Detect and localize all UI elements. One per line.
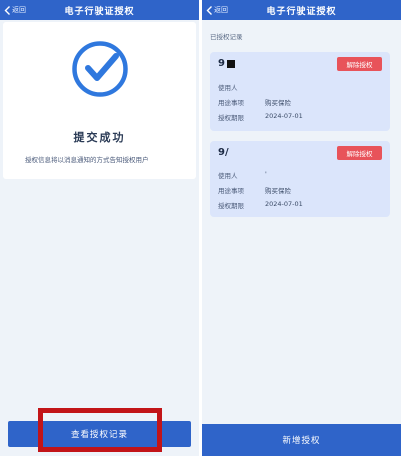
expiry-value: 2024-07-01 bbox=[265, 112, 303, 120]
purpose-value: 购买保险 bbox=[265, 187, 291, 195]
record-expiry-row: 授权期限 2024-07-01 bbox=[218, 200, 303, 210]
revoke-authorization-button[interactable]: 解除授权 bbox=[337, 146, 382, 160]
success-description: 授权信息将以消息通知的方式告知授权用户 bbox=[25, 156, 149, 164]
section-label: 已授权记录 bbox=[210, 33, 243, 41]
expiry-label: 授权期限 bbox=[218, 114, 244, 122]
expiry-label: 授权期限 bbox=[218, 202, 244, 210]
user-label: 使用人 bbox=[218, 84, 238, 92]
back-button[interactable]: 返回 bbox=[206, 3, 228, 17]
record-purpose-row: 用途事项 购买保险 bbox=[218, 185, 291, 195]
record-purpose-row: 用途事项 购买保险 bbox=[218, 97, 291, 107]
record-user-row: 使用人 ' bbox=[218, 170, 267, 180]
authorization-records-screen: 返回 电子行驶证授权 已授权记录 9 解除授权 使用人 用途事项 购买保险 授权… bbox=[202, 0, 401, 456]
expiry-value: 2024-07-01 bbox=[265, 200, 303, 208]
revoke-authorization-button[interactable]: 解除授权 bbox=[337, 57, 382, 71]
back-label: 返回 bbox=[12, 6, 26, 14]
checkmark-circle-icon bbox=[71, 40, 129, 98]
record-expiry-row: 授权期限 2024-07-01 bbox=[218, 112, 303, 122]
record-name: 9/ bbox=[218, 147, 229, 158]
purpose-label: 用途事项 bbox=[218, 187, 244, 195]
purpose-value: 购买保险 bbox=[265, 99, 291, 107]
success-card: 提交成功 授权信息将以消息通知的方式告知授权用户 bbox=[3, 22, 196, 179]
new-authorization-button[interactable]: 新增授权 bbox=[202, 424, 401, 456]
record-name: 9 bbox=[218, 58, 235, 69]
submit-success-screen: 返回 电子行驶证授权 提交成功 授权信息将以消息通知的方式告知授权用户 查看授权… bbox=[0, 0, 199, 456]
page-title: 电子行驶证授权 bbox=[266, 6, 337, 17]
user-label: 使用人 bbox=[218, 172, 238, 180]
chevron-left-icon bbox=[206, 5, 212, 15]
back-label: 返回 bbox=[214, 6, 228, 14]
record-name-text: 9 bbox=[218, 58, 225, 69]
redacted-block bbox=[226, 59, 235, 68]
purpose-label: 用途事项 bbox=[218, 99, 244, 107]
page-title: 电子行驶证授权 bbox=[64, 6, 135, 17]
chevron-left-icon bbox=[4, 5, 10, 15]
record-card: 9 解除授权 使用人 用途事项 购买保险 授权期限 2024-07-01 bbox=[210, 52, 390, 131]
record-name-text: 9/ bbox=[218, 147, 229, 158]
navbar: 返回 电子行驶证授权 bbox=[202, 0, 401, 20]
record-user-row: 使用人 bbox=[218, 82, 265, 92]
view-records-button[interactable]: 查看授权记录 bbox=[8, 421, 191, 447]
success-title: 提交成功 bbox=[73, 131, 126, 144]
navbar: 返回 电子行驶证授权 bbox=[0, 0, 199, 20]
record-card: 9/ 解除授权 使用人 ' 用途事项 购买保险 授权期限 2024-07-01 bbox=[210, 141, 390, 217]
user-value: ' bbox=[265, 170, 267, 178]
back-button[interactable]: 返回 bbox=[4, 3, 26, 17]
